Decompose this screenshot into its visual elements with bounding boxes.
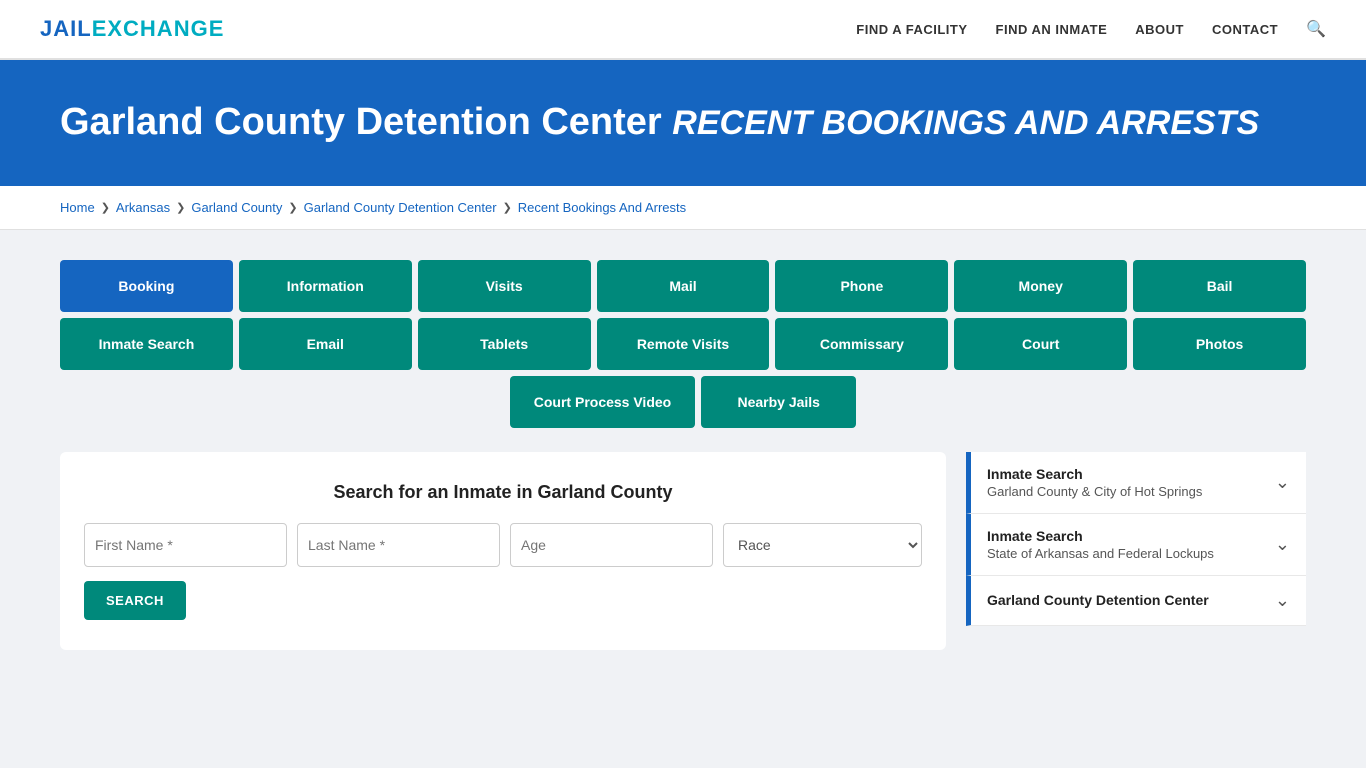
breadcrumb: Home ❯ Arkansas ❯ Garland County ❯ Garla… [0, 186, 1366, 230]
btn-email[interactable]: Email [239, 318, 412, 370]
race-select[interactable]: Race White Black Hispanic Asian Other [723, 523, 922, 567]
search-form-box: Search for an Inmate in Garland County R… [60, 452, 946, 650]
nav-find-inmate[interactable]: FIND AN INMATE [996, 22, 1108, 37]
search-form-row-1: Race White Black Hispanic Asian Other [84, 523, 922, 567]
btn-nearby-jails[interactable]: Nearby Jails [701, 376, 856, 428]
chevron-down-icon-2: ⌄ [1275, 534, 1290, 555]
last-name-input[interactable] [297, 523, 500, 567]
first-name-input[interactable] [84, 523, 287, 567]
page-title: Garland County Detention Center RECENT B… [60, 100, 1306, 146]
sidebar-item-inmate-search-garland[interactable]: Inmate Search Garland County & City of H… [966, 452, 1306, 514]
breadcrumb-recent-bookings[interactable]: Recent Bookings And Arrests [518, 200, 686, 215]
chevron-down-icon-3: ⌄ [1275, 590, 1290, 611]
search-button[interactable]: SEARCH [84, 581, 186, 620]
logo-exchange: EXCHANGE [92, 16, 225, 41]
breadcrumb-arkansas[interactable]: Arkansas [116, 200, 170, 215]
button-row-3: Court Process Video Nearby Jails [60, 376, 1306, 428]
nav-contact[interactable]: CONTACT [1212, 22, 1278, 37]
button-row-2: Inmate Search Email Tablets Remote Visit… [60, 318, 1306, 370]
header: JAILEXCHANGE FIND A FACILITY FIND AN INM… [0, 0, 1366, 60]
breadcrumb-sep-3: ❯ [288, 201, 297, 214]
btn-phone[interactable]: Phone [775, 260, 948, 312]
breadcrumb-home[interactable]: Home [60, 200, 95, 215]
button-row-1: Booking Information Visits Mail Phone Mo… [60, 260, 1306, 312]
sidebar-item-inmate-search-arkansas[interactable]: Inmate Search State of Arkansas and Fede… [966, 514, 1306, 576]
btn-information[interactable]: Information [239, 260, 412, 312]
hero-title-main: Garland County Detention Center [60, 101, 662, 143]
breadcrumb-sep-1: ❯ [101, 201, 110, 214]
sidebar-sub-1: Garland County & City of Hot Springs [987, 484, 1202, 499]
btn-money[interactable]: Money [954, 260, 1127, 312]
search-form-title: Search for an Inmate in Garland County [84, 482, 922, 503]
btn-tablets[interactable]: Tablets [418, 318, 591, 370]
nav-find-facility[interactable]: FIND A FACILITY [856, 22, 967, 37]
age-input[interactable] [510, 523, 713, 567]
btn-court-process-video[interactable]: Court Process Video [510, 376, 695, 428]
btn-remote-visits[interactable]: Remote Visits [597, 318, 770, 370]
breadcrumb-garland-detention[interactable]: Garland County Detention Center [304, 200, 497, 215]
breadcrumb-sep-2: ❯ [176, 201, 185, 214]
btn-bail[interactable]: Bail [1133, 260, 1306, 312]
nav: FIND A FACILITY FIND AN INMATE ABOUT CON… [856, 19, 1326, 39]
main-content: Booking Information Visits Mail Phone Mo… [0, 230, 1366, 680]
hero-section: Garland County Detention Center RECENT B… [0, 60, 1366, 186]
sidebar-title-2: Inmate Search [987, 528, 1214, 544]
btn-booking[interactable]: Booking [60, 260, 233, 312]
sidebar-sub-2: State of Arkansas and Federal Lockups [987, 546, 1214, 561]
sidebar-text-1: Inmate Search Garland County & City of H… [987, 466, 1202, 499]
hero-title-italic: RECENT BOOKINGS AND ARRESTS [672, 104, 1259, 142]
lower-section: Search for an Inmate in Garland County R… [60, 452, 1306, 650]
breadcrumb-garland-county[interactable]: Garland County [191, 200, 282, 215]
search-icon[interactable]: 🔍 [1306, 19, 1326, 39]
nav-about[interactable]: ABOUT [1135, 22, 1184, 37]
chevron-down-icon-1: ⌄ [1275, 472, 1290, 493]
breadcrumb-sep-4: ❯ [503, 201, 512, 214]
logo[interactable]: JAILEXCHANGE [40, 16, 224, 42]
logo-jail: JAIL [40, 16, 92, 41]
btn-visits[interactable]: Visits [418, 260, 591, 312]
sidebar-plain-title: Garland County Detention Center [987, 592, 1209, 608]
btn-inmate-search[interactable]: Inmate Search [60, 318, 233, 370]
sidebar-title-1: Inmate Search [987, 466, 1202, 482]
btn-court[interactable]: Court [954, 318, 1127, 370]
sidebar-text-2: Inmate Search State of Arkansas and Fede… [987, 528, 1214, 561]
sidebar-item-garland-detention[interactable]: Garland County Detention Center ⌄ [966, 576, 1306, 626]
btn-mail[interactable]: Mail [597, 260, 770, 312]
btn-photos[interactable]: Photos [1133, 318, 1306, 370]
btn-commissary[interactable]: Commissary [775, 318, 948, 370]
sidebar: Inmate Search Garland County & City of H… [966, 452, 1306, 650]
